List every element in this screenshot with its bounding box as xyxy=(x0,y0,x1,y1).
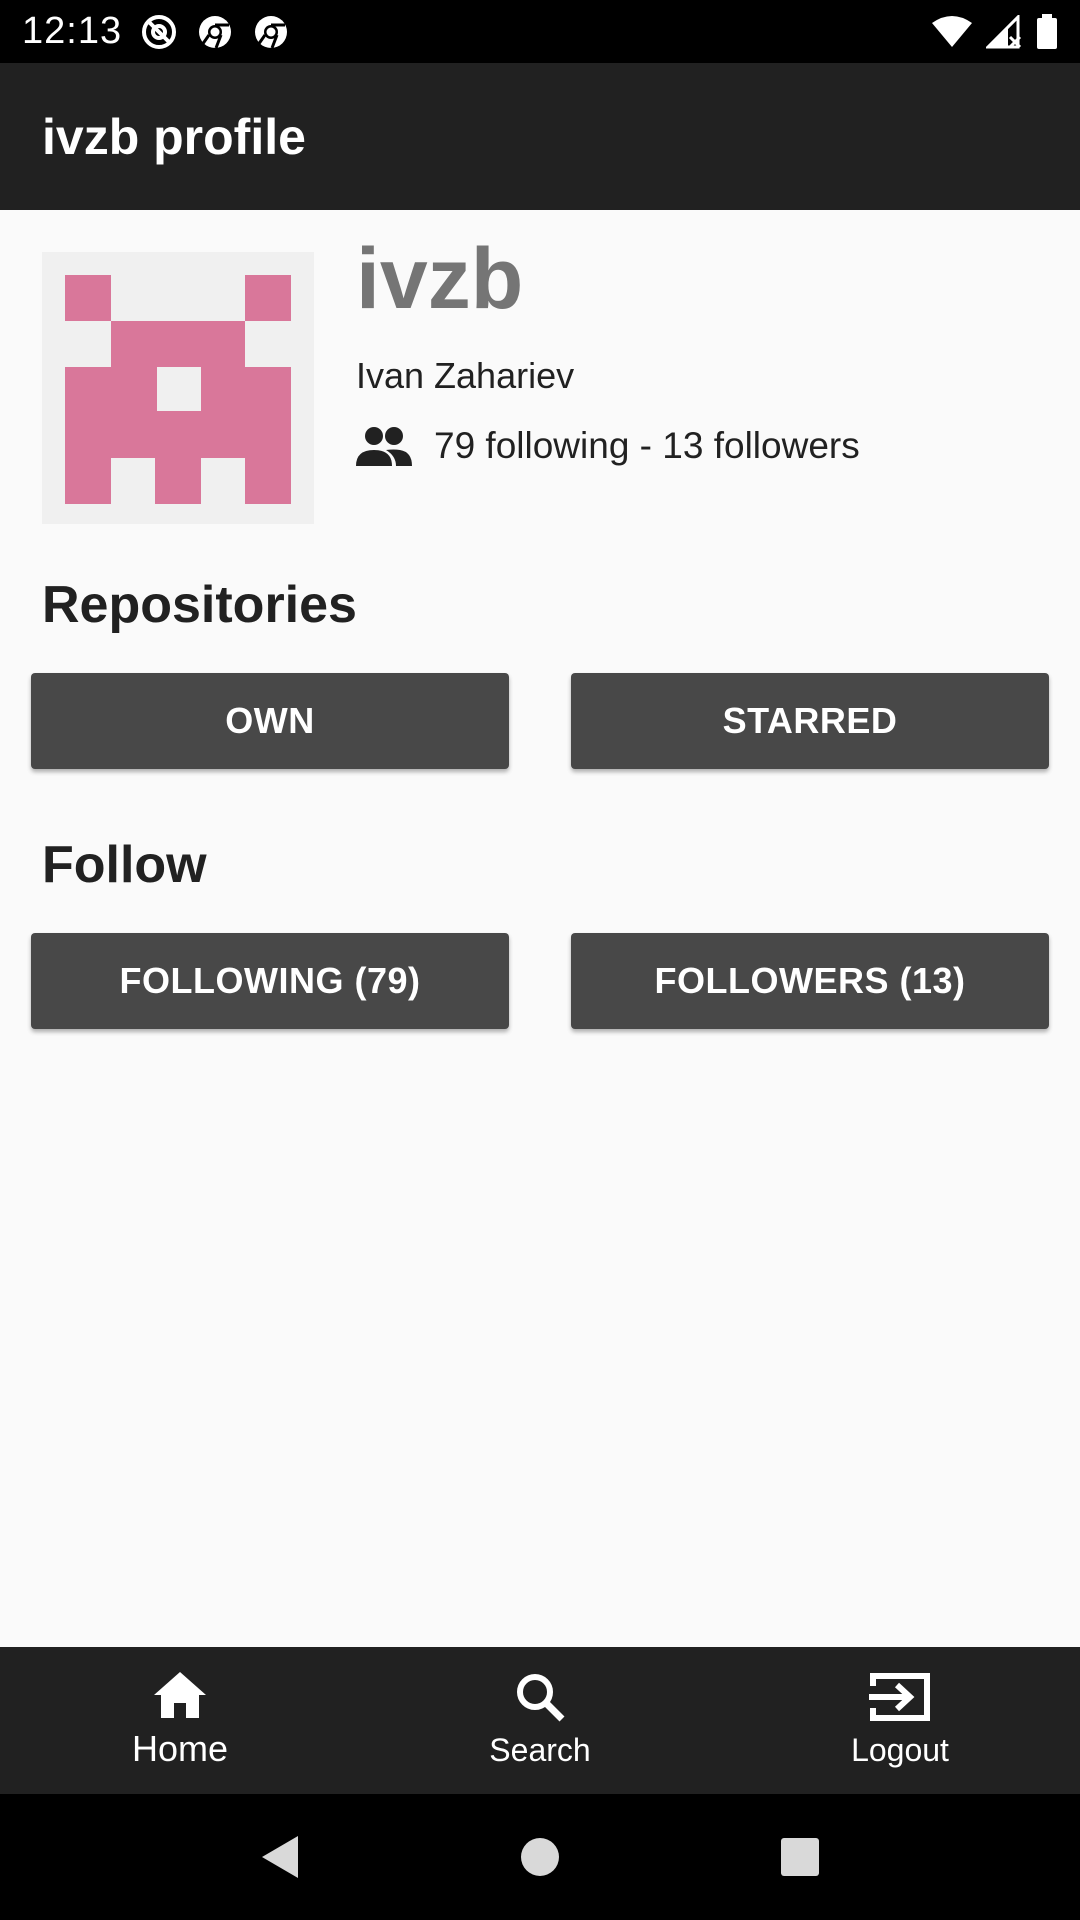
app-bar: ivzb profile xyxy=(0,63,1080,210)
follow-summary: 79 following - 13 followers xyxy=(356,425,860,467)
username: ivzb xyxy=(356,231,524,327)
nav-item-home[interactable]: Home xyxy=(0,1647,360,1794)
status-bar: 12:13 xyxy=(0,0,1080,63)
status-right xyxy=(932,13,1058,50)
chrome-icon xyxy=(196,13,234,51)
following-button[interactable]: FOLLOWING (79) xyxy=(31,933,509,1029)
avatar xyxy=(42,252,314,524)
nav-item-search[interactable]: Search xyxy=(360,1647,720,1794)
status-left: 12:13 xyxy=(22,10,290,53)
logout-icon xyxy=(869,1673,930,1721)
profile-content: ivzb Ivan Zahariev 79 following - 13 fol… xyxy=(0,210,1080,1647)
identicon-image xyxy=(65,275,291,504)
search-icon xyxy=(517,1674,565,1722)
home-icon xyxy=(154,1671,206,1718)
followers-button[interactable]: FOLLOWERS (13) xyxy=(571,933,1049,1029)
back-icon[interactable] xyxy=(240,1817,320,1897)
system-navigation-bar xyxy=(0,1794,1080,1920)
nav-label-search: Search xyxy=(489,1732,591,1768)
people-icon xyxy=(356,426,412,466)
status-time: 12:13 xyxy=(22,10,123,52)
nav-item-logout[interactable]: Logout xyxy=(720,1647,1080,1794)
full-name: Ivan Zahariev xyxy=(356,355,575,396)
follow-heading: Follow xyxy=(42,836,207,894)
recents-icon[interactable] xyxy=(760,1817,840,1897)
wifi-icon xyxy=(932,15,972,49)
starred-repos-button[interactable]: STARRED xyxy=(571,673,1049,769)
nav-label-logout: Logout xyxy=(851,1732,949,1768)
own-repos-button[interactable]: OWN xyxy=(31,673,509,769)
page-title: ivzb profile xyxy=(42,108,306,165)
at-sign-icon xyxy=(140,13,178,51)
home-circle-icon[interactable] xyxy=(500,1817,580,1897)
repositories-heading: Repositories xyxy=(42,576,357,634)
nav-label-home: Home xyxy=(131,1727,229,1769)
follow-summary-text: 79 following - 13 followers xyxy=(434,425,860,466)
battery-icon xyxy=(1036,13,1058,50)
bottom-navigation: Home Search Logout xyxy=(0,1647,1080,1794)
signal-icon xyxy=(986,14,1022,49)
chrome-icon xyxy=(252,13,290,51)
